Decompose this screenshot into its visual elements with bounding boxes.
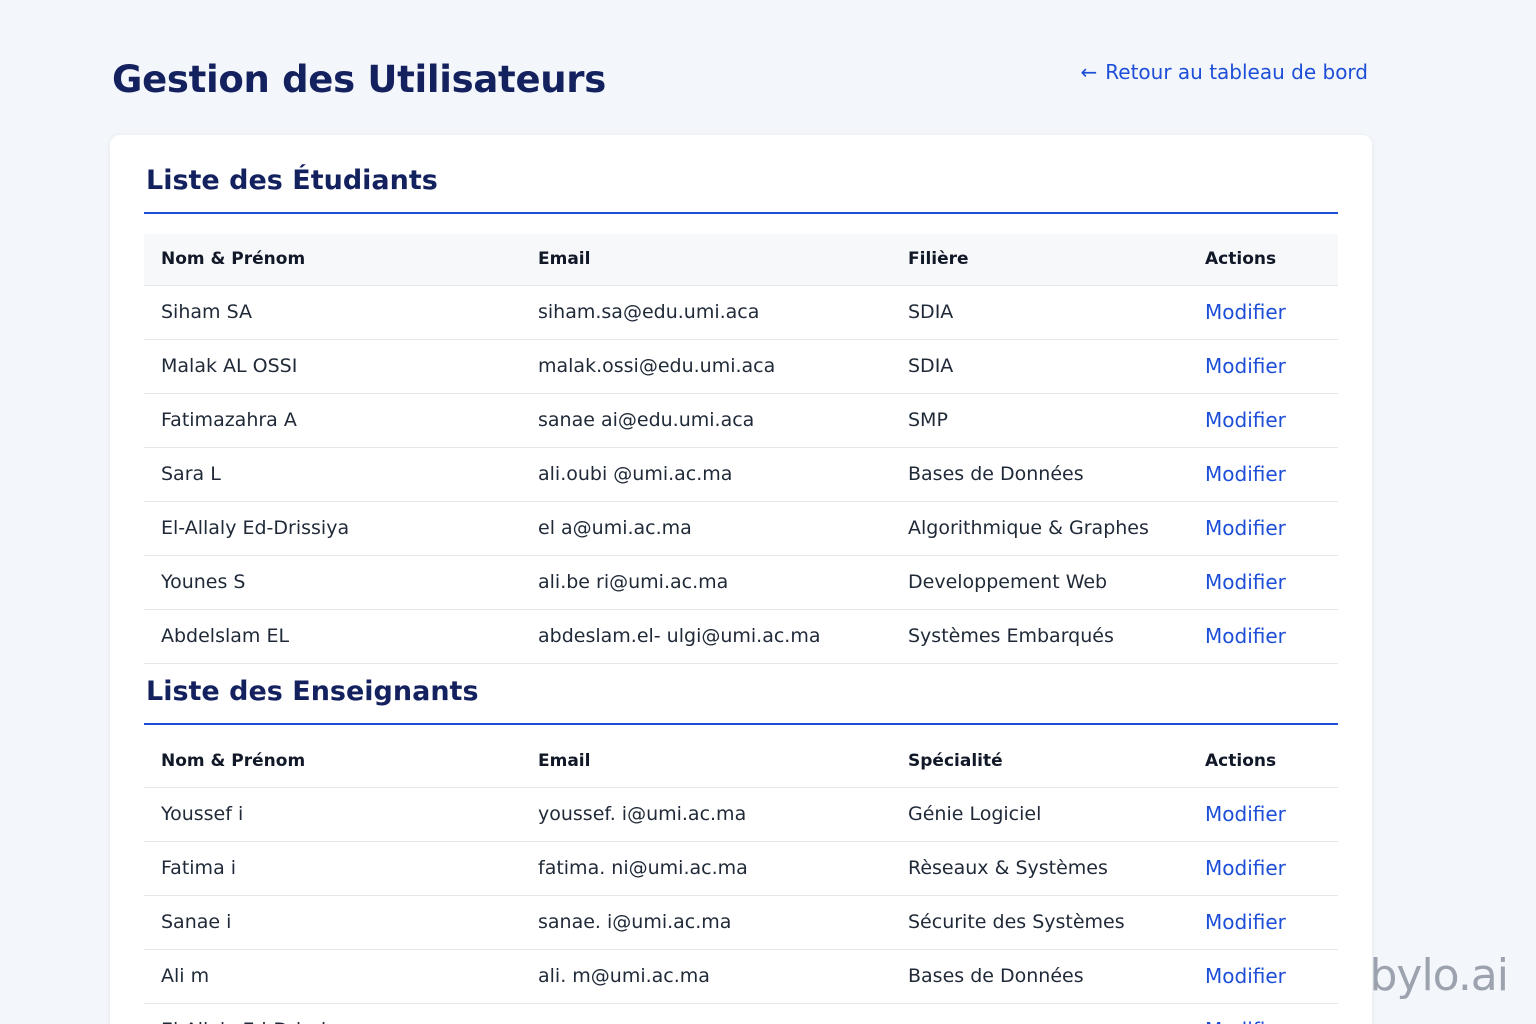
table-row: Sara Lali.oubi @umi.ac.ma Bases de Donnée… bbox=[144, 447, 1338, 502]
edit-button[interactable]: Modifier bbox=[1188, 1003, 1338, 1024]
user-field-cell: Systèmes Embarqués bbox=[891, 609, 1188, 664]
user-email-cell: ali.be ri@umi.ac.ma bbox=[521, 555, 891, 610]
user-email-cell: youssef. i@umi.ac.ma bbox=[521, 787, 891, 842]
column-header-email: Email bbox=[521, 736, 891, 788]
user-name-cell: Abdelslam EL bbox=[144, 609, 521, 664]
table-row: Younes Sali.be ri@umi.ac.ma Developpement… bbox=[144, 555, 1338, 610]
user-email-cell: fatima. ni@umi.ac.ma bbox=[521, 841, 891, 896]
edit-button[interactable]: Modifier bbox=[1188, 841, 1338, 896]
user-specialty-cell bbox=[891, 1003, 1188, 1024]
user-email-cell: ali. m@umi.ac.ma bbox=[521, 949, 891, 1004]
watermark-logo: bylo.ai bbox=[1369, 950, 1509, 1001]
column-header-actions: Actions bbox=[1188, 234, 1338, 286]
arrow-left-icon: ← bbox=[1080, 60, 1098, 84]
user-field-cell: Algorithmique & Graphes bbox=[891, 501, 1188, 556]
students-table: Nom & Prénom Email Filière Actions Siham… bbox=[144, 234, 1338, 664]
edit-button[interactable]: Modifier bbox=[1188, 555, 1338, 610]
table-row: Sanae i sanae. i@umi.ac.ma Sécurite des Sy… bbox=[144, 895, 1338, 950]
edit-button[interactable]: Modifier bbox=[1188, 501, 1338, 556]
column-header-field: Filière bbox=[891, 234, 1188, 286]
user-email-cell: abdeslam.el- ulgi@umi.ac.ma bbox=[521, 609, 891, 664]
column-header-specialty: Spécialité bbox=[891, 736, 1188, 788]
column-header-name: Nom & Prénom bbox=[144, 234, 521, 286]
user-field-cell: SDIA bbox=[891, 339, 1188, 394]
user-email-cell: el a@umi.ac.ma bbox=[521, 501, 891, 556]
edit-button[interactable]: Modifier bbox=[1188, 787, 1338, 842]
user-email-cell: malak.ossi@edu.umi.aca bbox=[521, 339, 891, 394]
back-link-label: Retour au tableau de bord bbox=[1105, 60, 1368, 84]
user-name-cell: Ali m bbox=[144, 949, 521, 1004]
user-name-cell: Malak AL OSSI bbox=[144, 339, 521, 394]
column-header-name: Nom & Prénom bbox=[144, 736, 521, 788]
user-name-cell: Youssef i bbox=[144, 787, 521, 842]
edit-button[interactable]: Modifier bbox=[1188, 609, 1338, 664]
edit-button[interactable]: Modifier bbox=[1188, 447, 1338, 502]
column-header-actions: Actions bbox=[1188, 736, 1338, 788]
user-field-cell: SDIA bbox=[891, 285, 1188, 340]
user-field-cell: Bases de Données bbox=[891, 447, 1188, 502]
user-management-page: Gestion des Utilisateurs ← Retour au tabl… bbox=[0, 0, 1536, 1024]
user-name-cell: Fatimazahra A bbox=[144, 393, 521, 448]
user-specialty-cell: Bases de Données bbox=[891, 949, 1188, 1004]
page-title: Gestion des Utilisateurs bbox=[112, 58, 606, 101]
user-email-cell: siham.sa@edu.umi.aca bbox=[521, 285, 891, 340]
users-card: Liste des Étudiants Nom & Prénom Email F… bbox=[110, 135, 1372, 1024]
edit-button[interactable]: Modifier bbox=[1188, 895, 1338, 950]
user-specialty-cell: Génie Logiciel bbox=[891, 787, 1188, 842]
user-email-cell: sanae. i@umi.ac.ma bbox=[521, 895, 891, 950]
user-name-cell: El-Allaly Ed-Drissiya bbox=[144, 1003, 521, 1024]
table-row: El-Allaly Ed-Drissiya el a@umi.ac.ma Algor… bbox=[144, 501, 1338, 556]
edit-button[interactable]: Modifier bbox=[1188, 339, 1338, 394]
table-row: Siham SA siham.sa@edu.umi.aca SDIA Modifier bbox=[144, 285, 1338, 340]
user-email-cell: sanae ai@edu.umi.aca bbox=[521, 393, 891, 448]
user-name-cell: Younes S bbox=[144, 555, 521, 610]
students-section-title: Liste des Étudiants bbox=[146, 165, 438, 196]
user-specialty-cell: Rèseaux & Systèmes bbox=[891, 841, 1188, 896]
table-row: Fatima i fatima. ni@umi.ac.ma Rèseaux & Sy… bbox=[144, 841, 1338, 896]
user-email-cell bbox=[521, 1003, 891, 1024]
table-row: El-Allaly Ed-Drissiya Modifier bbox=[144, 1003, 1338, 1024]
user-name-cell: Sanae i bbox=[144, 895, 521, 950]
table-row: Malak AL OSSI malak.ossi@edu.umi.aca SDIA M… bbox=[144, 339, 1338, 394]
user-field-cell: Developpement Web bbox=[891, 555, 1188, 610]
table-row: Abdelslam EL abdeslam.el- ulgi@umi.ac.ma S… bbox=[144, 609, 1338, 664]
table-row: Fatimazahra Asanae ai@edu.umi.aca SMP Modi… bbox=[144, 393, 1338, 448]
column-header-email: Email bbox=[521, 234, 891, 286]
table-row: Ali m ali. m@umi.ac.ma Bases de Données Mod… bbox=[144, 949, 1338, 1004]
edit-button[interactable]: Modifier bbox=[1188, 393, 1338, 448]
table-row: Youssef i youssef. i@umi.ac.ma Génie Logic… bbox=[144, 787, 1338, 842]
students-section-divider bbox=[144, 212, 1338, 214]
user-specialty-cell: Sécurite des Systèmes bbox=[891, 895, 1188, 950]
teachers-section-title: Liste des Enseignants bbox=[146, 676, 479, 707]
teachers-table: Nom & Prénom Email Spécialité Actions Yo… bbox=[144, 736, 1338, 1024]
edit-button[interactable]: Modifier bbox=[1188, 285, 1338, 340]
user-field-cell: SMP bbox=[891, 393, 1188, 448]
user-name-cell: Fatima i bbox=[144, 841, 521, 896]
user-email-cell: ali.oubi @umi.ac.ma bbox=[521, 447, 891, 502]
teachers-section-divider bbox=[144, 723, 1338, 725]
user-name-cell: El-Allaly Ed-Drissiya bbox=[144, 501, 521, 556]
user-name-cell: Sara L bbox=[144, 447, 521, 502]
teachers-table-header: Nom & Prénom Email Spécialité Actions bbox=[144, 736, 1338, 788]
edit-button[interactable]: Modifier bbox=[1188, 949, 1338, 1004]
students-table-header: Nom & Prénom Email Filière Actions bbox=[144, 234, 1338, 286]
back-to-dashboard-link[interactable]: ← Retour au tableau de bord bbox=[1081, 60, 1369, 84]
user-name-cell: Siham SA bbox=[144, 285, 521, 340]
